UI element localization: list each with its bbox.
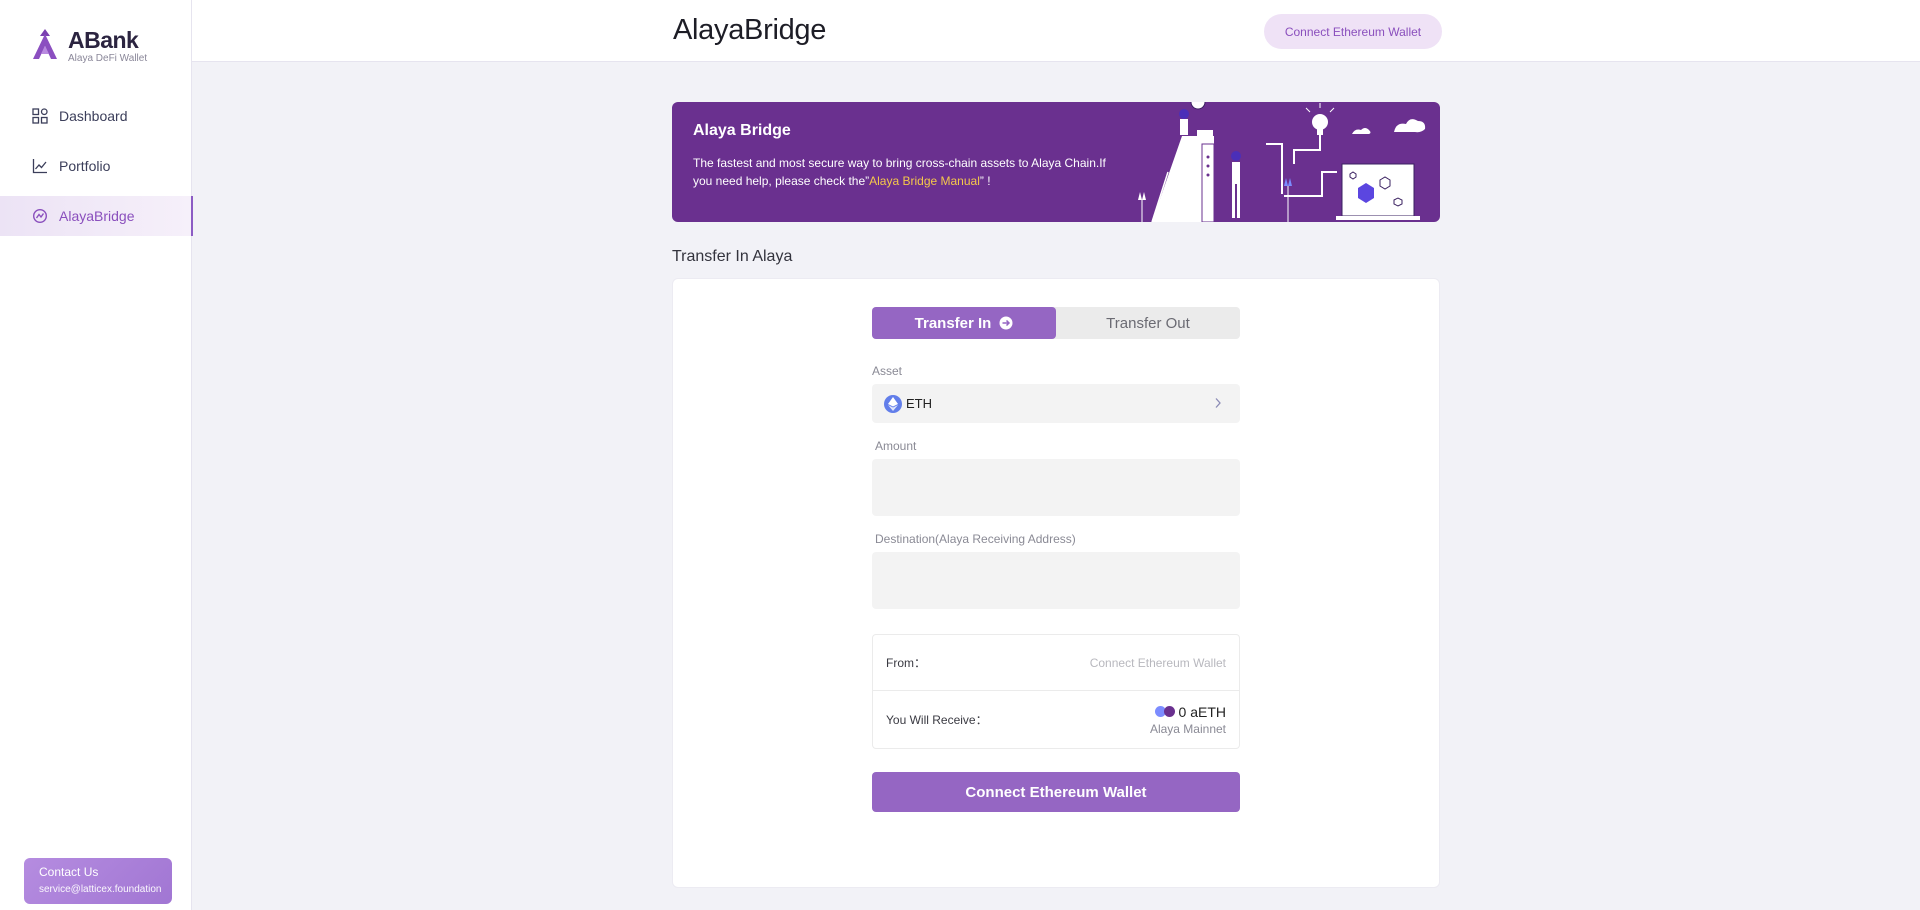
contact-email[interactable]: service@latticex.foundation	[39, 883, 172, 897]
transfer-tabs: Transfer In Transfer Out	[872, 307, 1240, 339]
banner-title: Alaya Bridge	[693, 122, 791, 139]
sidebar-item-label: Portfolio	[59, 158, 111, 174]
tab-label: Transfer In	[914, 314, 992, 332]
contact-us-card[interactable]: Contact Us service@latticex.foundation	[24, 858, 172, 904]
top-header: AlayaBridge Connect Ethereum Wallet	[192, 0, 1920, 62]
brand-name: ABank	[68, 27, 139, 53]
sidebar-item-alayabridge[interactable]: AlayaBridge	[0, 196, 193, 236]
destination-address-input[interactable]	[872, 552, 1240, 609]
aeth-token-icon	[1154, 706, 1175, 717]
arrow-right-circle-icon	[999, 316, 1013, 330]
summary-row-receive: You Will Receive： 0 aETH Alaya Mainnet	[873, 691, 1239, 748]
sidebar-item-label: Dashboard	[59, 108, 128, 124]
receive-amount: 0 aETH	[1178, 703, 1226, 720]
sidebar: ABank Alaya DeFi Wallet Dashboard Portfo…	[0, 0, 193, 910]
logo[interactable]: ABank Alaya DeFi Wallet	[30, 28, 147, 65]
bridge-manual-link[interactable]: Alaya Bridge Manual	[869, 174, 980, 188]
sidebar-nav: Dashboard Portfolio AlayaBridge	[0, 96, 193, 246]
asset-value: ETH	[906, 396, 932, 411]
section-title: Transfer In Alaya	[672, 248, 793, 265]
connect-wallet-button[interactable]: Connect Ethereum Wallet	[872, 772, 1240, 812]
transfer-summary: From： Connect Ethereum Wallet You Will R…	[872, 634, 1240, 749]
bridge-icon	[32, 208, 48, 224]
asset-label: Asset	[872, 364, 903, 378]
summary-row-from: From： Connect Ethereum Wallet	[873, 635, 1239, 691]
sidebar-item-portfolio[interactable]: Portfolio	[0, 146, 192, 186]
receive-network: Alaya Mainnet	[1149, 721, 1226, 736]
sidebar-item-dashboard[interactable]: Dashboard	[0, 96, 192, 136]
page-title: AlayaBridge	[673, 14, 827, 46]
from-value: Connect Ethereum Wallet	[1089, 655, 1226, 670]
abank-logo-icon	[33, 29, 57, 59]
amount-input[interactable]	[872, 459, 1240, 516]
tab-transfer-out[interactable]: Transfer Out	[1056, 307, 1240, 339]
eth-icon	[884, 394, 902, 413]
tab-label: Transfer Out	[1106, 314, 1190, 332]
bridge-illustration	[1138, 102, 1426, 222]
chart-line-icon	[32, 159, 47, 174]
contact-title: Contact Us	[39, 865, 99, 879]
banner-description: The fastest and most secure way to bring…	[693, 154, 1113, 190]
amount-label: Amount	[875, 439, 917, 453]
receive-value: 0 aETH Alaya Mainnet	[1150, 704, 1226, 736]
receive-label: You Will Receive：	[886, 713, 988, 727]
asset-select[interactable]: ETH	[872, 384, 1240, 423]
destination-label: Destination(Alaya Receiving Address)	[875, 532, 1076, 546]
brand-subtitle: Alaya DeFi Wallet	[68, 53, 148, 64]
alaya-bridge-banner: Alaya Bridge The fastest and most secure…	[672, 102, 1440, 222]
transfer-card: Transfer In Transfer Out Asset ETH Amoun…	[672, 278, 1440, 888]
sidebar-item-label: AlayaBridge	[59, 208, 135, 224]
chevron-right-icon	[1215, 398, 1221, 408]
from-label: From：	[886, 656, 926, 670]
tab-transfer-in[interactable]: Transfer In	[872, 307, 1056, 339]
grid-icon	[32, 108, 48, 124]
connect-wallet-header-button[interactable]: Connect Ethereum Wallet	[1264, 14, 1442, 49]
banner-desc-end: ” !	[979, 174, 991, 188]
